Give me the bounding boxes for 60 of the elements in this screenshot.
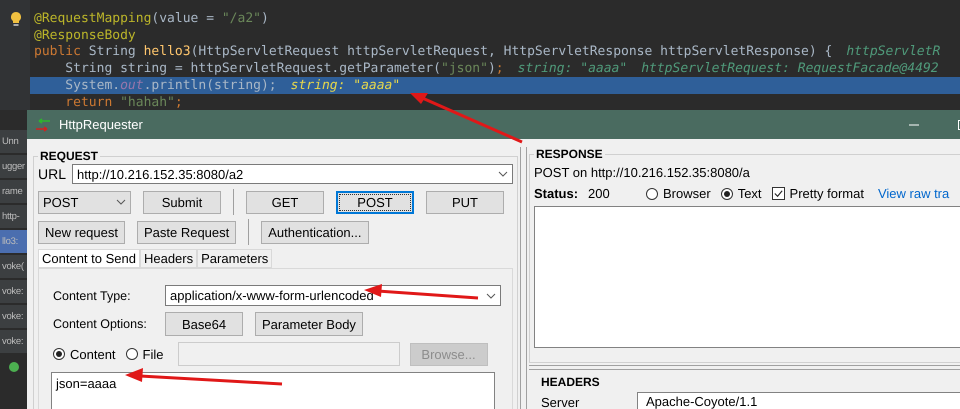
debug-frame-item[interactable]: voke: bbox=[0, 305, 27, 328]
header-name: Server bbox=[541, 394, 580, 409]
view-radio[interactable]: Browser bbox=[646, 186, 711, 201]
debug-frame-item[interactable]: http- bbox=[0, 205, 27, 228]
view-radio[interactable]: Text bbox=[720, 186, 762, 201]
chevron-icon bbox=[498, 171, 508, 177]
url-field[interactable]: http://10.216.152.35:8080/a2 bbox=[72, 164, 513, 184]
source-radio[interactable]: File bbox=[126, 346, 164, 362]
code-line: @RequestMapping(value = "/a2") bbox=[34, 10, 269, 26]
url-label: URL bbox=[38, 166, 66, 182]
section-title: REQUEST bbox=[39, 149, 100, 163]
debug-frame-item[interactable]: rame bbox=[0, 180, 27, 203]
chevron-icon bbox=[116, 199, 126, 205]
source-radio[interactable]: Content bbox=[53, 346, 116, 362]
tab[interactable]: Headers bbox=[140, 249, 198, 268]
method-select[interactable]: POST bbox=[38, 190, 131, 214]
inline-value-hint: string: "aaaa" bbox=[518, 61, 628, 76]
code-line: String string = httpServletRequest.getParameter("json"); bbox=[64, 61, 504, 76]
code-line: public String hello3(HttpServletRequest httpServletRequest, HttpServletResponse httpServletResponse) { bbox=[34, 44, 832, 60]
code-line: return "hahah"; bbox=[64, 94, 183, 110]
method-button[interactable]: PUT bbox=[426, 190, 504, 214]
debug-frame-item[interactable]: voke: bbox=[0, 280, 27, 303]
response-summary: POST on http://10.216.152.35:8080/a bbox=[534, 165, 751, 180]
section-title: HEADERS bbox=[541, 375, 601, 389]
content-type-label: Content Type: bbox=[53, 288, 132, 302]
debug-frame-item[interactable]: Unn bbox=[0, 130, 27, 153]
content-option-button[interactable]: Parameter Body bbox=[255, 312, 363, 336]
authentication-button[interactable]: Authentication... bbox=[261, 220, 368, 244]
inline-value-hint: httpServletR bbox=[846, 44, 940, 60]
submit-button[interactable]: Submit bbox=[143, 190, 221, 214]
content-options-label: Content Options: bbox=[53, 317, 148, 331]
debug-frame-item[interactable]: voke( bbox=[0, 255, 27, 278]
status-code: 200 bbox=[588, 186, 611, 201]
content-option-button[interactable]: Base64 bbox=[165, 312, 243, 336]
body-text-area[interactable]: json=aaaa bbox=[51, 372, 495, 409]
method-button[interactable]: POST bbox=[336, 190, 414, 214]
new-request-button[interactable]: New request bbox=[38, 220, 125, 244]
tab[interactable]: Content to Send bbox=[38, 249, 140, 268]
checkmark-icon bbox=[772, 188, 784, 199]
arrows-icon bbox=[35, 118, 51, 132]
paste-request-button[interactable]: Paste Request bbox=[136, 220, 236, 244]
bug-icon[interactable] bbox=[8, 361, 20, 373]
debug-frame-item[interactable]: voke: bbox=[0, 330, 27, 353]
pretty-format-checkbox[interactable]: Pretty format bbox=[772, 186, 864, 201]
method-button[interactable]: GET bbox=[246, 190, 324, 214]
code-line: System.out.println(string); bbox=[64, 78, 277, 94]
tab[interactable]: Parameters bbox=[197, 249, 272, 268]
debug-frame-item[interactable]: ugger bbox=[0, 155, 27, 178]
inline-value-hint: string: "aaaa" bbox=[290, 78, 400, 94]
content-type-select[interactable]: application/x-www-form-urlencoded bbox=[165, 285, 501, 306]
code-line: @ResponseBody bbox=[34, 28, 136, 43]
inline-value-hint: httpServletRequest: RequestFacade@4492 bbox=[641, 61, 939, 76]
view-raw-link[interactable]: View raw tra bbox=[878, 186, 950, 201]
header-value-field: Apache-Coyote/1.1 bbox=[637, 392, 960, 409]
file-path-field[interactable] bbox=[178, 342, 400, 366]
status-label: Status: bbox=[534, 186, 578, 201]
window-title: HttpRequester bbox=[59, 117, 143, 132]
section-title: RESPONSE bbox=[535, 147, 604, 161]
lightbulb-icon[interactable] bbox=[10, 11, 22, 27]
chevron-icon bbox=[486, 292, 496, 298]
